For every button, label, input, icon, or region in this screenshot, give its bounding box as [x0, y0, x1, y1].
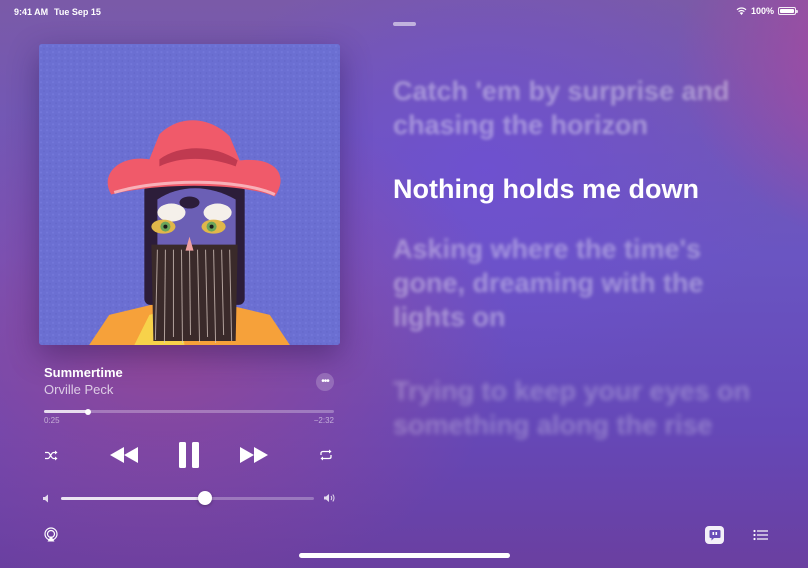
- progress-knob[interactable]: [84, 408, 91, 415]
- status-right: 100%: [736, 6, 798, 16]
- battery-icon: [778, 7, 798, 15]
- volume-low-icon: [43, 494, 48, 503]
- status-time: 9:41 AM: [14, 7, 49, 17]
- rewind-button[interactable]: [107, 444, 141, 466]
- sheet-grabber[interactable]: [393, 22, 416, 26]
- fast-forward-icon: [240, 447, 268, 463]
- progress-scrubber[interactable]: [44, 408, 334, 415]
- shuffle-button[interactable]: [42, 447, 60, 463]
- volume-knob[interactable]: [198, 491, 213, 505]
- remaining-time: −2:32: [313, 416, 334, 425]
- play-pause-button[interactable]: [174, 440, 204, 470]
- lyric-line-later[interactable]: Trying to keep your eyes on something al…: [393, 374, 753, 442]
- track-title: Summertime: [44, 365, 123, 380]
- more-icon: •••: [321, 376, 329, 387]
- airplay-button[interactable]: [42, 526, 60, 544]
- shuffle-icon: [45, 450, 58, 460]
- rewind-icon: [110, 447, 138, 463]
- album-artwork-illustration: [39, 44, 340, 345]
- queue-button[interactable]: [751, 527, 769, 543]
- lyrics-button[interactable]: [705, 526, 724, 544]
- volume-fill: [61, 497, 206, 500]
- fast-forward-button[interactable]: [237, 444, 271, 466]
- track-artist[interactable]: Orville Peck: [44, 382, 113, 397]
- home-indicator[interactable]: [299, 553, 510, 558]
- lyrics-panel[interactable]: Catch 'em by surprise and chasing the ho…: [393, 74, 753, 442]
- lyrics-icon: [709, 530, 720, 541]
- status-date: Tue Sep 15: [54, 7, 101, 17]
- lyric-line-current[interactable]: Nothing holds me down: [393, 172, 753, 206]
- repeat-icon: [320, 449, 332, 461]
- volume-high-icon: [324, 494, 335, 502]
- wifi-icon: [736, 7, 747, 15]
- volume-slider[interactable]: [61, 491, 314, 505]
- more-button[interactable]: •••: [316, 373, 334, 391]
- elapsed-time: 0:25: [44, 416, 60, 425]
- repeat-button[interactable]: [317, 447, 335, 463]
- album-artwork: [39, 44, 340, 345]
- status-bar: 9:41 AM Tue Sep 15 100%: [0, 0, 808, 24]
- airplay-icon: [44, 527, 58, 542]
- lyric-line-past[interactable]: Catch 'em by surprise and chasing the ho…: [393, 74, 753, 142]
- battery-percent: 100%: [750, 6, 774, 16]
- progress-fill: [44, 410, 88, 413]
- pause-icon: [179, 442, 199, 468]
- lyric-line-next[interactable]: Asking where the time's gone, dreaming w…: [393, 232, 753, 334]
- queue-icon: [752, 529, 768, 541]
